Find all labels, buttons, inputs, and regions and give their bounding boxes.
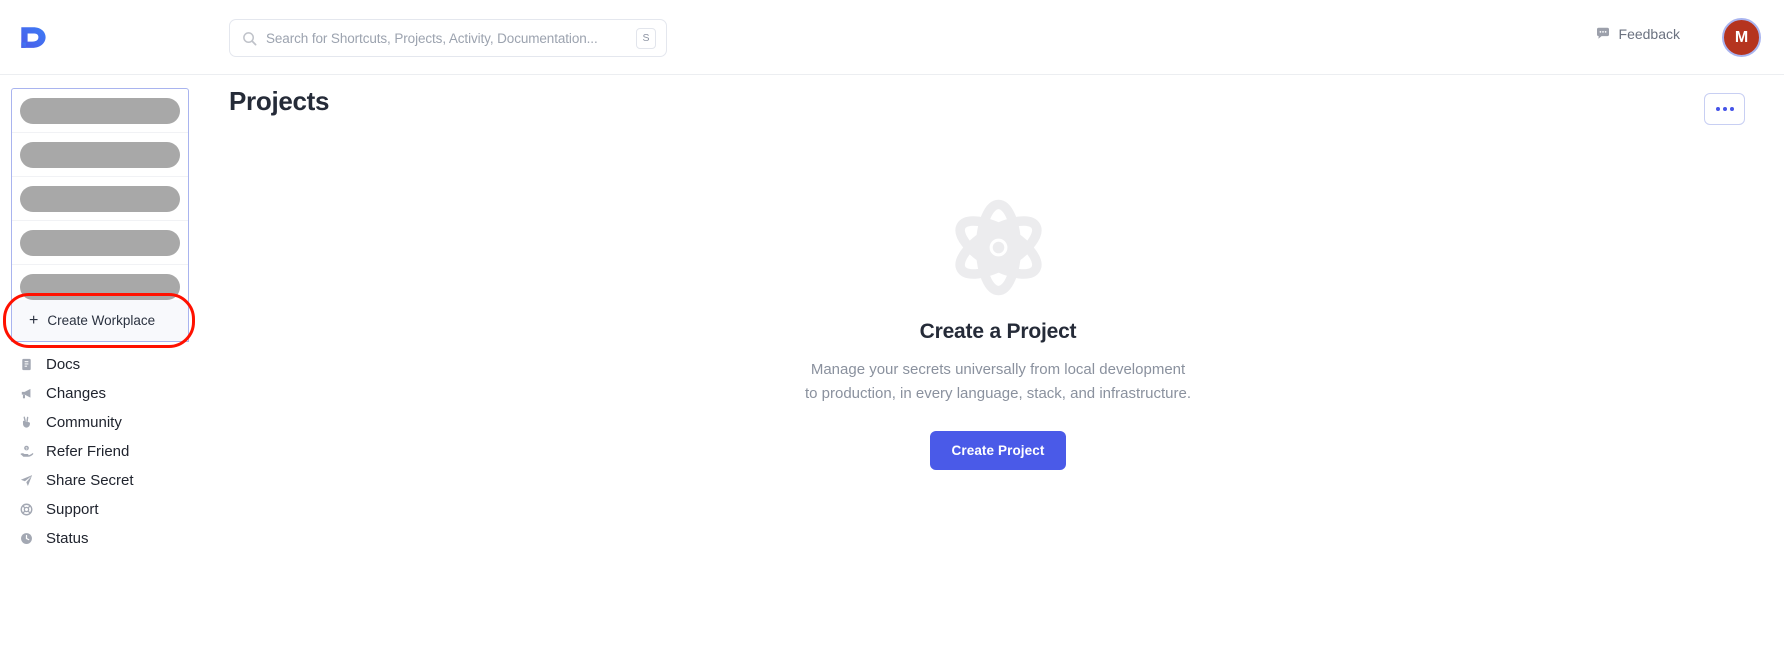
search-shortcut-badge: S [636, 27, 656, 49]
sidebar-item-refer-friend[interactable]: $ Refer Friend [0, 437, 212, 466]
feedback-label: Feedback [1618, 26, 1680, 42]
workspace-skeleton-item [12, 177, 188, 221]
empty-state-description-line2: to production, in every language, stack,… [804, 385, 1192, 402]
empty-state-description-line1: Manage your secrets universally from loc… [810, 361, 1186, 378]
chat-bubble-icon [1595, 26, 1611, 42]
avatar-initial: M [1734, 28, 1749, 46]
empty-state-title: Create a Project [919, 320, 1077, 343]
sidebar-item-label: Changes [46, 385, 107, 402]
peace-hand-icon [18, 414, 35, 431]
user-avatar[interactable]: M [1722, 18, 1761, 57]
search-input[interactable] [266, 30, 636, 46]
sidebar-item-label: Status [46, 530, 89, 547]
sidebar-item-support[interactable]: Support [0, 495, 212, 524]
workspace-list-loading [11, 88, 189, 310]
hand-coin-icon: $ [18, 443, 35, 460]
sidebar-item-label: Refer Friend [46, 443, 130, 460]
skeleton-bar [20, 274, 180, 300]
dot-icon [1722, 107, 1727, 111]
book-icon [18, 356, 35, 373]
workspace-skeleton-item [12, 133, 188, 177]
sidebar-item-community[interactable]: Community [0, 408, 212, 437]
sidebar: + Create Workplace Docs Changes Communit… [0, 75, 212, 645]
skeleton-bar [20, 229, 180, 256]
sidebar-item-label: Share Secret [46, 472, 134, 489]
top-bar: S Feedback M [0, 0, 1784, 75]
create-workplace-button[interactable]: + Create Workplace [11, 300, 189, 342]
more-options-button[interactable] [1704, 93, 1745, 125]
search-icon [242, 31, 257, 46]
app-logo-icon[interactable] [14, 20, 52, 56]
empty-state: Create a Project Manage your secrets uni… [212, 195, 1784, 470]
lifebuoy-icon [18, 501, 35, 518]
dot-icon [1729, 107, 1734, 111]
sidebar-item-label: Docs [46, 356, 81, 373]
sidebar-item-label: Support [46, 501, 99, 518]
megaphone-icon [18, 385, 35, 402]
sidebar-item-changes[interactable]: Changes [0, 379, 212, 408]
sidebar-item-share-secret[interactable]: Share Secret [0, 466, 212, 495]
empty-state-description: Manage your secrets universally from loc… [805, 358, 1191, 406]
dot-icon [1715, 107, 1720, 111]
global-search[interactable]: S [229, 19, 667, 57]
page-title: Projects [229, 86, 330, 116]
sidebar-item-label: Community [46, 414, 122, 431]
plus-icon: + [29, 311, 39, 329]
workspace-skeleton-item [12, 221, 188, 265]
skeleton-bar [20, 97, 180, 124]
feedback-button[interactable]: Feedback [1595, 26, 1680, 42]
skeleton-bar [20, 141, 180, 168]
atom-icon [946, 195, 1051, 300]
create-workplace-label: Create Workplace [47, 313, 156, 328]
clock-icon [18, 530, 35, 547]
workspace-skeleton-item [12, 89, 188, 133]
create-project-button[interactable]: Create Project [929, 431, 1067, 470]
paper-plane-icon [18, 472, 35, 489]
sidebar-nav: Docs Changes Community $ Refer Friend Sh… [0, 350, 212, 553]
main-content: Projects Create a Project Manage your se… [212, 75, 1784, 645]
sidebar-item-status[interactable]: Status [0, 524, 212, 553]
skeleton-bar [20, 185, 180, 212]
sidebar-item-docs[interactable]: Docs [0, 350, 212, 379]
svg-text:$: $ [26, 446, 28, 450]
